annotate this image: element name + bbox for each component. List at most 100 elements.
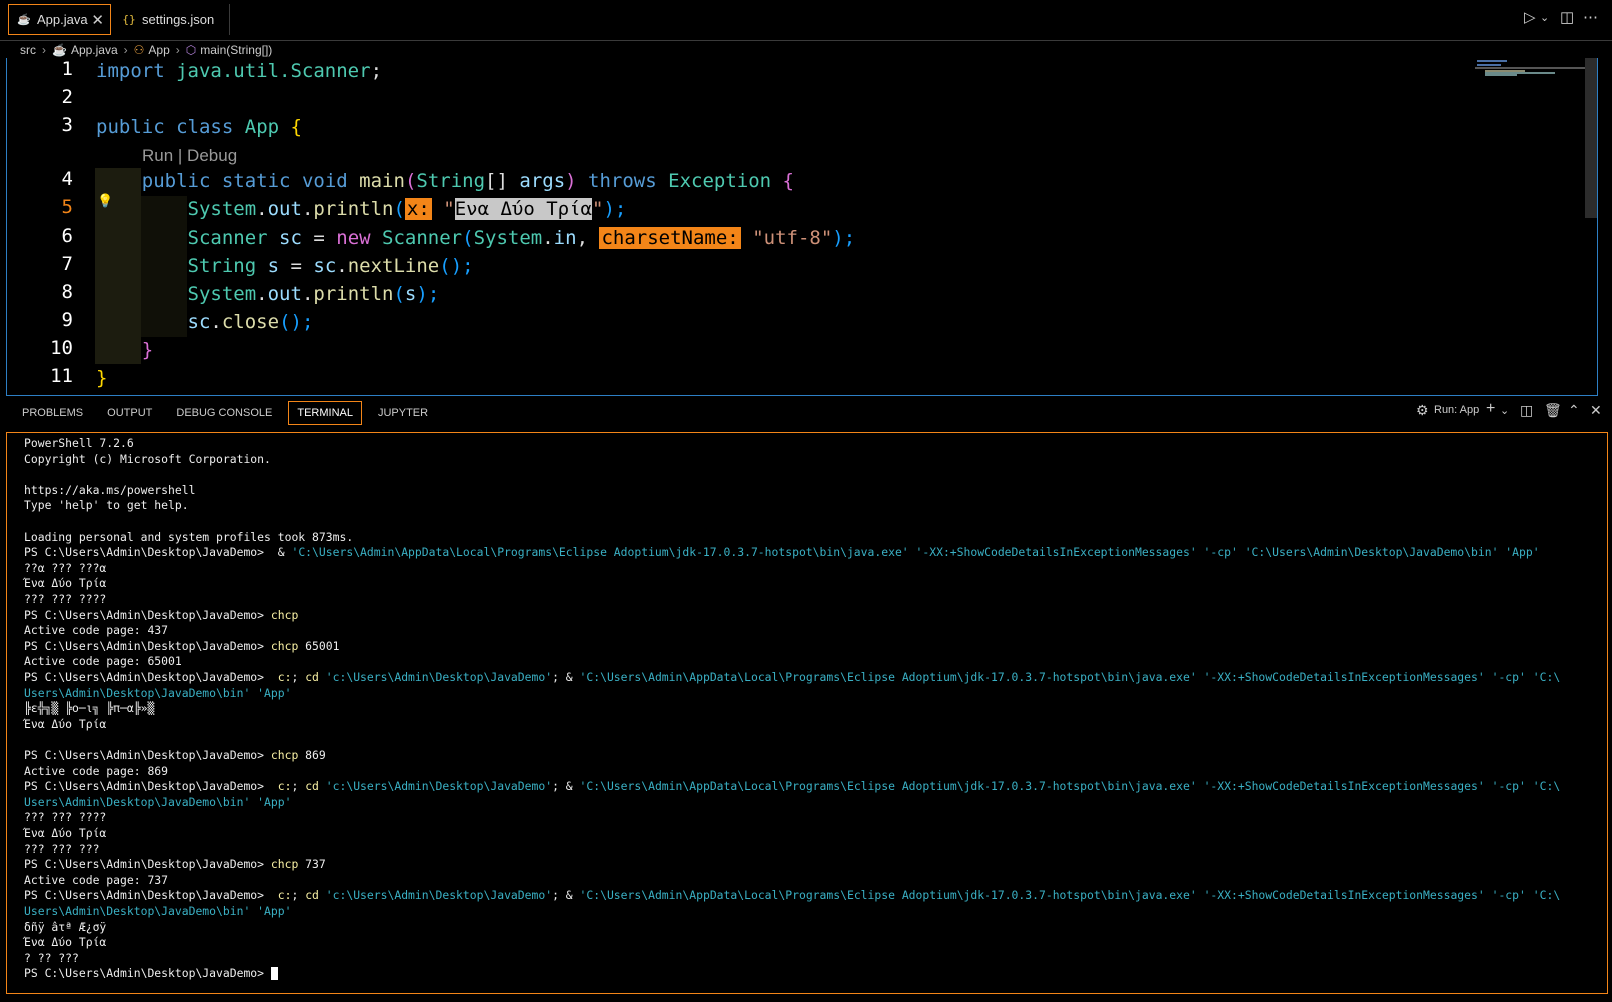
breadcrumb-src[interactable]: src: [20, 43, 36, 57]
terminal-line: Ένα Δύο Τρία: [24, 826, 107, 840]
code-line-4: public static void main(String[] args) t…: [141, 170, 794, 192]
breadcrumb-file[interactable]: App.java: [71, 43, 118, 57]
bottom-panel: PROBLEMS OUTPUT DEBUG CONSOLE TERMINAL J…: [6, 396, 1608, 1002]
status-bar: [0, 998, 1612, 1002]
terminal-prompt: PS C:\Users\Admin\Desktop\JavaDemo>: [24, 607, 271, 622]
terminal-argument: Users\Admin\Desktop\JavaDemo\bin' 'App': [24, 685, 292, 700]
terminal-argument: 'C:\Users\Admin\AppData\Local\Programs\E…: [579, 670, 1561, 684]
close-icon[interactable]: ✕: [91, 11, 104, 29]
terminal-argument: 'C:\Users\Admin\AppData\Local\Programs\E…: [579, 888, 1561, 903]
terminal-line: Ένα Δύο Τρία: [24, 935, 107, 950]
chevron-right-icon: ›: [42, 43, 46, 57]
class-icon: ⚇: [133, 43, 145, 57]
terminal-line: PS C:\Users\Admin\Desktop\JavaDemo> chcp: [24, 607, 298, 623]
java-file-icon: ☕: [52, 43, 67, 57]
tab-label: settings.json: [142, 12, 215, 27]
terminal-line: PS C:\Users\Admin\Desktop\JavaDemo> chcp…: [24, 638, 339, 654]
terminal-prompt: PS C:\Users\Admin\Desktop\JavaDemo>: [24, 966, 271, 981]
terminal-line: PS C:\Users\Admin\Desktop\JavaDemo> chcp…: [24, 747, 326, 763]
terminal-line: PS C:\Users\Admin\Desktop\JavaDemo> c: ; …: [24, 887, 1560, 903]
terminal-command: c:: [270, 779, 292, 794]
terminal-command: chcp: [270, 857, 299, 872]
terminal-argument: Users\Admin\Desktop\JavaDemo\bin' 'App': [24, 794, 292, 809]
terminal-line: Active code page: 737: [24, 872, 169, 887]
terminal-line: PowerShell 7.2.6: [24, 436, 134, 450]
panel-tabs: PROBLEMS OUTPUT DEBUG CONSOLE TERMINAL J…: [6, 396, 1608, 430]
terminal-line: Ένα Δύο Τρία: [24, 716, 107, 731]
tab-app-java[interactable]: ☕ App.java ✕: [8, 4, 111, 35]
more-actions-icon[interactable]: ⋯: [1583, 8, 1598, 26]
breadcrumb-class[interactable]: App: [148, 43, 169, 57]
terminal-line: Ένα Δύο Τρία: [24, 576, 107, 591]
terminal-command: c:: [270, 888, 292, 903]
code-line-6: Scanner sc = new Scanner(System.in, char…: [187, 227, 856, 249]
method-icon: ⬡: [185, 43, 197, 57]
line-number: 11: [50, 365, 73, 387]
terminal-line: PS C:\Users\Admin\Desktop\JavaDemo> & 'C…: [24, 544, 1540, 560]
minimap[interactable]: [1475, 58, 1585, 82]
terminal-argument: 'c:\Users\Admin\Desktop\JavaDemo': [318, 779, 553, 794]
inlay-hint: charsetName:: [599, 227, 741, 249]
chevron-down-icon[interactable]: ⌄: [1540, 11, 1549, 24]
terminal-line: PS C:\Users\Admin\Desktop\JavaDemo> c: ; …: [24, 669, 1560, 685]
terminal-command: c:: [270, 670, 292, 684]
code-editor[interactable]: 1 2 3 4 5 6 7 8 9 10 11 💡 import java.ut…: [6, 58, 1598, 396]
tab-jupyter[interactable]: JUPYTER: [370, 401, 436, 425]
terminal-line: PS C:\Users\Admin\Desktop\JavaDemo> chcp…: [24, 856, 326, 872]
codelens-run-debug[interactable]: Run | Debug: [142, 141, 237, 170]
terminal-line: PS C:\Users\Admin\Desktop\JavaDemo> c: ; …: [24, 778, 1560, 794]
line-number: 2: [61, 86, 73, 108]
terminal-argument: 'c:\Users\Admin\Desktop\JavaDemo': [318, 670, 553, 684]
split-editor-icon[interactable]: ◫: [1560, 8, 1574, 26]
tab-terminal[interactable]: TERMINAL: [288, 401, 362, 425]
terminal-command-argument: 737: [298, 857, 326, 872]
terminal-prompt: PS C:\Users\Admin\Desktop\JavaDemo>: [24, 857, 271, 872]
terminal-operator: ;: [291, 670, 306, 684]
terminal-line: https://aka.ms/powershell: [24, 482, 196, 497]
gear-icon: ⚙: [1416, 402, 1429, 418]
chevron-right-icon: ›: [175, 43, 180, 57]
trash-icon[interactable]: 🗑: [1544, 402, 1562, 419]
terminal-line: Type 'help' to get help.: [24, 498, 189, 513]
code-line-7: String s = sc.nextLine();: [187, 255, 474, 277]
editor-tab-bar: ☕ App.java ✕ {} settings.json ▷ ⌄ ◫ ⋯: [0, 0, 1612, 41]
line-number: 10: [50, 337, 73, 359]
line-number: 7: [61, 253, 73, 275]
terminal-prompt: PS C:\Users\Admin\Desktop\JavaDemo>: [24, 545, 271, 560]
line-number: 1: [61, 58, 73, 80]
terminal-command-argument: 869: [298, 748, 326, 762]
run-icon[interactable]: ▷: [1524, 8, 1536, 26]
terminal-line: Users\Admin\Desktop\JavaDemo\bin' 'App': [24, 794, 291, 810]
split-terminal-icon[interactable]: ◫: [1520, 402, 1533, 419]
terminal-instance-label[interactable]: Run: App: [1434, 404, 1479, 416]
breadcrumb-method[interactable]: main(String[]): [200, 43, 272, 57]
terminal-cursor: [270, 967, 278, 981]
terminal-line: ╠ε╬╗▒ ╠ο─ι╗ ╠π─α╠»▒: [24, 701, 155, 716]
tab-problems[interactable]: PROBLEMS: [14, 401, 91, 425]
line-number: 8: [61, 281, 73, 303]
tab-debug-console[interactable]: DEBUG CONSOLE: [168, 401, 280, 425]
code-line-3: public class App {: [96, 116, 302, 138]
terminal-line: ??α ??? ???α: [24, 560, 107, 575]
close-icon[interactable]: ✕: [1590, 402, 1602, 419]
terminal-line: ??? ??? ????: [24, 592, 107, 606]
line-number-current: 5: [61, 196, 73, 218]
code-line-9: sc.close();: [187, 311, 314, 333]
code-line-8: System.out.println(s);: [187, 283, 440, 305]
terminal-command: cd: [305, 670, 319, 684]
terminal-operator: &: [270, 545, 292, 560]
tab-label: App.java: [37, 12, 88, 27]
editor-scrollbar[interactable]: [1585, 58, 1597, 218]
terminal-command: chcp: [270, 638, 299, 653]
tab-output[interactable]: OUTPUT: [99, 401, 160, 425]
chevron-down-icon[interactable]: ⌄: [1500, 404, 1509, 417]
chevron-right-icon: ›: [123, 43, 128, 57]
chevron-up-icon[interactable]: ⌃: [1568, 402, 1580, 419]
code-line-10: }: [141, 339, 154, 361]
terminal[interactable]: PowerShell 7.2.6 Copyright (c) Microsoft …: [6, 432, 1608, 994]
tab-settings-json[interactable]: {} settings.json: [114, 4, 230, 35]
terminal-line: ? ?? ???: [24, 950, 79, 965]
new-terminal-icon[interactable]: +: [1486, 400, 1495, 418]
terminal-command: chcp: [270, 607, 299, 622]
line-number: 4: [61, 168, 73, 190]
